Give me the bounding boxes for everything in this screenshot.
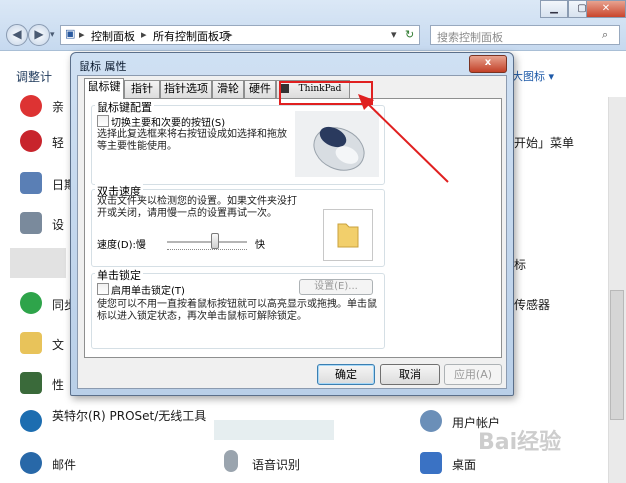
breadcrumb-item[interactable]: 所有控制面板项 bbox=[153, 28, 230, 44]
mail-icon[interactable] bbox=[20, 452, 42, 474]
click-lock-checkbox[interactable] bbox=[97, 283, 109, 295]
double-click-description: 双击文件夹以检测您的设置。如果文件夹没打开或关闭，请用慢一点的设置再试一次。 bbox=[97, 196, 297, 219]
folder-icon bbox=[337, 223, 359, 248]
tab-pointers[interactable]: 指针 bbox=[124, 80, 160, 98]
search-input[interactable]: 搜索控制面板 bbox=[430, 25, 620, 45]
click-lock-description: 使您可以不用一直按着鼠标按钮就可以高亮显示或拖拽。单击鼠标以进入锁定状态，再次单… bbox=[97, 299, 377, 322]
tab-wheel[interactable]: 滑轮 bbox=[212, 80, 244, 98]
cp-item-label[interactable]: 语音识别 bbox=[252, 456, 300, 473]
adjust-settings-label: 调整计 bbox=[16, 70, 53, 84]
click-lock-checkbox-label: 启用单击锁定(T) bbox=[111, 286, 185, 297]
minimize-button[interactable]: ▁ bbox=[540, 0, 568, 18]
wireless-icon[interactable] bbox=[20, 410, 42, 432]
chevron-right-icon[interactable]: ▸ bbox=[227, 28, 233, 41]
cancel-button[interactable]: 取消 bbox=[380, 364, 440, 385]
printer-icon[interactable] bbox=[20, 212, 42, 234]
test-folder-area[interactable] bbox=[323, 209, 373, 261]
cp-item-label[interactable]: 传感器 bbox=[514, 296, 550, 313]
scrollbar-thumb[interactable] bbox=[610, 290, 624, 420]
forward-icon[interactable]: ▶ bbox=[28, 24, 50, 46]
view-by-dropdown[interactable]: 大图标 ▾ bbox=[512, 68, 554, 84]
annotation-arrow-icon bbox=[358, 94, 449, 183]
click-lock-settings-button[interactable]: 设置(E)... bbox=[299, 279, 373, 295]
control-panel-icon: ▣ bbox=[65, 27, 76, 40]
fast-label: 快 bbox=[255, 240, 265, 251]
click-lock-label: 单击锁定 bbox=[95, 267, 143, 283]
microphone-icon[interactable] bbox=[224, 450, 238, 472]
cp-item-label[interactable]: 设 bbox=[52, 216, 64, 233]
back-icon[interactable]: ◀ bbox=[6, 24, 28, 46]
cp-item-label[interactable]: 轻 bbox=[52, 134, 64, 151]
ok-button[interactable]: 确定 bbox=[317, 364, 375, 385]
watermark: Bai经验 bbox=[478, 430, 562, 455]
cp-item-label[interactable]: 标 bbox=[514, 256, 526, 273]
dialog-title: 鼠标 属性 bbox=[79, 60, 127, 73]
speed-slider-thumb[interactable] bbox=[211, 233, 219, 249]
chevron-right-icon[interactable]: ▸ bbox=[79, 28, 85, 41]
tab-pointer-options[interactable]: 指针选项 bbox=[160, 80, 212, 98]
blurred-region bbox=[214, 420, 334, 440]
cp-item-label[interactable]: 邮件 bbox=[52, 456, 76, 473]
cp-item-label[interactable]: 性 bbox=[52, 376, 64, 393]
dialog-close-button[interactable]: x bbox=[469, 55, 507, 73]
performance-icon[interactable] bbox=[20, 372, 42, 394]
search-icon[interactable]: ⌕ bbox=[602, 28, 608, 42]
dropdown-arrow-icon[interactable]: ▾ bbox=[391, 28, 397, 41]
cp-item-label[interactable]: 文 bbox=[52, 336, 64, 353]
speed-label: 速度(D):慢 bbox=[97, 240, 146, 251]
apply-button[interactable]: 应用(A) bbox=[444, 364, 502, 385]
user-accounts-icon[interactable] bbox=[420, 410, 442, 432]
switch-buttons-label: 切换主要和次要的按钮(S) bbox=[111, 118, 226, 129]
close-window-button[interactable]: ✕ bbox=[586, 0, 626, 18]
switch-buttons-checkbox[interactable] bbox=[97, 115, 109, 127]
chevron-right-icon[interactable]: ▸ bbox=[141, 28, 147, 41]
speed-slider-track[interactable] bbox=[167, 241, 247, 244]
breadcrumb-item[interactable]: 控制面板 bbox=[91, 28, 135, 44]
button-config-description: 选择此复选框来将右按钮设成如选择和拖放等主要性能使用。 bbox=[97, 129, 287, 152]
blurred-region bbox=[10, 248, 66, 278]
tab-buttons[interactable]: 鼠标键 bbox=[84, 78, 124, 99]
speed-slider-ticks bbox=[167, 249, 247, 253]
ease-of-access-icon[interactable] bbox=[20, 130, 42, 152]
cp-item-label[interactable]: 亲 bbox=[52, 98, 64, 115]
sync-center-icon[interactable] bbox=[20, 292, 42, 314]
desktop-icon[interactable] bbox=[420, 452, 442, 474]
folder-icon[interactable] bbox=[20, 332, 42, 354]
refresh-icon[interactable]: ↻ bbox=[405, 28, 414, 41]
address-bar[interactable]: ▣ ▸ 控制面板 ▸ 所有控制面板项 ▸ ▾ ↻ bbox=[60, 25, 420, 45]
action-center-icon[interactable] bbox=[20, 95, 42, 117]
cp-item-label[interactable]: 英特尔(R) PROSet/无线工具 bbox=[52, 408, 212, 425]
calendar-icon[interactable] bbox=[20, 172, 42, 194]
button-config-label: 鼠标键配置 bbox=[95, 99, 154, 115]
tab-hardware[interactable]: 硬件 bbox=[244, 80, 276, 98]
recent-pages-icon[interactable]: ▾ bbox=[50, 30, 55, 40]
cp-item-label[interactable]: 桌面 bbox=[452, 456, 476, 473]
cp-item-label[interactable]: 开始」菜单 bbox=[514, 134, 574, 151]
